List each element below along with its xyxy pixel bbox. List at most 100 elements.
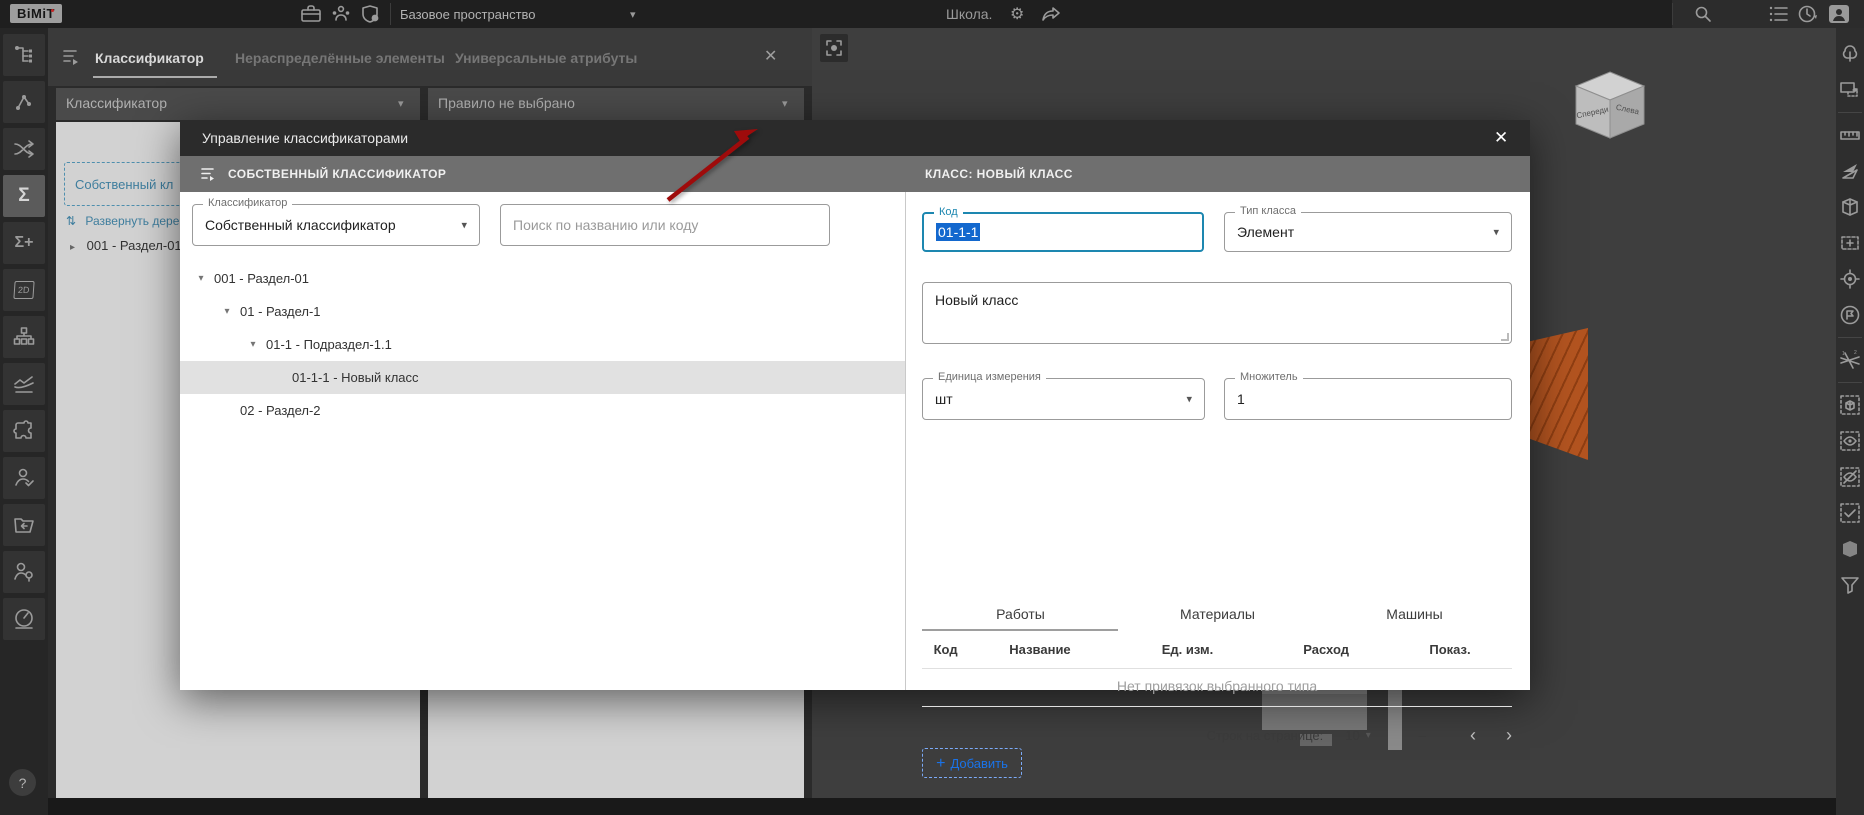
- focus-selection-button[interactable]: [820, 34, 848, 62]
- fill-box-button[interactable]: [1837, 536, 1863, 562]
- panel-close-icon[interactable]: ✕: [764, 46, 777, 66]
- section-menu-icon[interactable]: [200, 166, 218, 182]
- toolbar-divider: [1838, 382, 1862, 383]
- select-visible-button[interactable]: [1837, 500, 1863, 526]
- bindings-table-header: Код Название Ед. изм. Расход Показ.: [922, 642, 1512, 657]
- box-section-button[interactable]: [1837, 194, 1863, 220]
- help-icon: ?: [18, 774, 27, 791]
- tree-node-selected[interactable]: 01-1-1 - Новый класс: [180, 361, 905, 394]
- axes-grid-button[interactable]: 12: [1837, 347, 1863, 373]
- share-icon[interactable]: [1040, 4, 1062, 24]
- classifier-select-value: Собственный классификатор: [205, 217, 396, 233]
- eye-dashed-icon: [1840, 431, 1860, 451]
- pagination-bar: Строк на странице: 10 ▾ – ‹ ›: [922, 720, 1512, 750]
- app-logo-text: BiMiT: [17, 6, 55, 21]
- dialog-body: Классификатор Собственный классификатор …: [180, 192, 1530, 778]
- gear-icon[interactable]: ⚙: [1010, 4, 1024, 24]
- workspace-selector-label[interactable]: Базовое пространство: [400, 7, 536, 22]
- tree-expand-icon[interactable]: ▾: [214, 306, 240, 317]
- user-check-icon: [15, 468, 34, 487]
- tab-classifier[interactable]: Классификатор: [95, 50, 204, 66]
- shuffle-button[interactable]: [3, 128, 45, 170]
- measure-button[interactable]: [1837, 122, 1863, 148]
- help-button[interactable]: ?: [9, 769, 36, 796]
- unit-select[interactable]: Единица измерения шт ▾: [922, 371, 1205, 420]
- isolate-box-button[interactable]: [1837, 392, 1863, 418]
- application-window: Классификатор Нераспределённые элементы …: [0, 0, 1864, 815]
- locate-target-icon: [1840, 269, 1860, 289]
- classifier-dropdown[interactable]: Классификатор ▾: [56, 88, 420, 120]
- show-selection-button[interactable]: [1837, 428, 1863, 454]
- chevron-down-icon[interactable]: ▾: [1366, 730, 1371, 741]
- org-chart-button[interactable]: [3, 316, 45, 358]
- structure-tree-button[interactable]: [3, 34, 45, 76]
- tab-universal-attributes[interactable]: Универсальные атрибуты: [455, 50, 637, 66]
- plugin-button[interactable]: [3, 410, 45, 452]
- filter-button[interactable]: [1837, 572, 1863, 598]
- shield-badge-icon[interactable]: [360, 4, 382, 24]
- section-cut-button[interactable]: [1837, 158, 1863, 184]
- prev-page-button[interactable]: ‹: [1470, 725, 1476, 746]
- environment-tree-button[interactable]: [1837, 41, 1863, 67]
- chevron-down-icon: ▾: [782, 98, 788, 110]
- folder-share-button[interactable]: [3, 504, 45, 546]
- floor-plans-button[interactable]: [1837, 230, 1863, 256]
- classifier-select-label: Классификатор: [203, 197, 293, 209]
- links-tab-works[interactable]: Работы: [922, 606, 1119, 622]
- tree-node-level2[interactable]: ▾ 01-1 - Подраздел-1.1: [180, 328, 905, 361]
- search-input[interactable]: [501, 205, 829, 245]
- briefcase-icon[interactable]: [300, 4, 322, 24]
- links-tab-materials[interactable]: Материалы: [1119, 606, 1316, 622]
- list-icon[interactable]: [1768, 4, 1790, 24]
- class-type-select[interactable]: Тип класса Элемент ▾: [1224, 205, 1512, 252]
- connections-button[interactable]: [3, 81, 45, 123]
- tab-unallocated-elements[interactable]: Нераспределённые элементы: [235, 50, 445, 66]
- add-binding-button[interactable]: + Добавить: [922, 748, 1022, 778]
- tree-node-root[interactable]: ▾ 001 - Раздел-01: [180, 262, 905, 295]
- account-icon[interactable]: [1828, 4, 1850, 24]
- resize-grip-icon[interactable]: [1501, 333, 1509, 341]
- expand-tree-link[interactable]: ⇅ Развернуть дере: [66, 214, 179, 228]
- trend-chart-button[interactable]: [3, 363, 45, 405]
- tree-expand-icon[interactable]: ▾: [188, 273, 214, 284]
- team-icon[interactable]: [330, 4, 352, 24]
- rows-per-page-value[interactable]: 10: [1345, 728, 1359, 743]
- locate-button[interactable]: [1837, 266, 1863, 292]
- class-name-textarea[interactable]: Новый класс: [922, 282, 1512, 344]
- next-page-button[interactable]: ›: [1506, 725, 1512, 746]
- tree-collapsed-arrow-icon: ▸: [70, 242, 76, 253]
- notifications-sync-icon[interactable]: [1796, 4, 1818, 24]
- sigma-plus-button[interactable]: Σ+: [3, 222, 45, 264]
- display-modes-button[interactable]: [1837, 77, 1863, 103]
- plus-icon: +: [936, 754, 946, 772]
- sigma-plus-icon: Σ+: [14, 234, 34, 251]
- gauge-button[interactable]: [3, 598, 45, 640]
- rule-dropdown[interactable]: Правило не выбрано ▾: [428, 88, 804, 120]
- chevron-down-icon[interactable]: ▾: [630, 8, 636, 21]
- sheet-2d-button[interactable]: 2D: [3, 269, 45, 311]
- classifier-select[interactable]: Классификатор Собственный классификатор …: [192, 197, 480, 246]
- dialog-title-bar[interactable]: Управление классификаторами ✕: [180, 120, 1530, 156]
- user-check-button[interactable]: [3, 457, 45, 499]
- code-field-value[interactable]: 01-1-1: [936, 223, 981, 241]
- hide-selection-button[interactable]: [1837, 464, 1863, 490]
- tree-item[interactable]: ▸ 001 - Раздел-01: [70, 238, 182, 253]
- table-divider: [922, 668, 1512, 669]
- links-tab-machines[interactable]: Машины: [1316, 606, 1513, 622]
- flag-button[interactable]: [1837, 302, 1863, 328]
- panel-menu-icon[interactable]: [62, 48, 82, 66]
- tree-expand-icon[interactable]: ▾: [240, 339, 266, 350]
- box-section-icon: [1842, 198, 1858, 216]
- tree-node-level1[interactable]: ▾ 01 - Раздел-1: [180, 295, 905, 328]
- sigma-button[interactable]: Σ: [3, 175, 45, 217]
- org-chart-icon: [13, 327, 35, 345]
- own-classifier-chip[interactable]: Собственный кл: [64, 162, 192, 206]
- search-icon[interactable]: [1692, 4, 1714, 24]
- dialog-close-icon[interactable]: ✕: [1494, 128, 1508, 148]
- tree-node-section2[interactable]: 02 - Раздел-2: [180, 394, 905, 427]
- view-cube[interactable]: Спереди Слева: [1572, 70, 1648, 140]
- left-toolbar: Σ Σ+ 2D: [0, 28, 48, 815]
- user-location-button[interactable]: [3, 551, 45, 593]
- multiplier-field[interactable]: Множитель 1: [1224, 371, 1512, 420]
- code-field[interactable]: Код 01-1-1: [922, 206, 1204, 252]
